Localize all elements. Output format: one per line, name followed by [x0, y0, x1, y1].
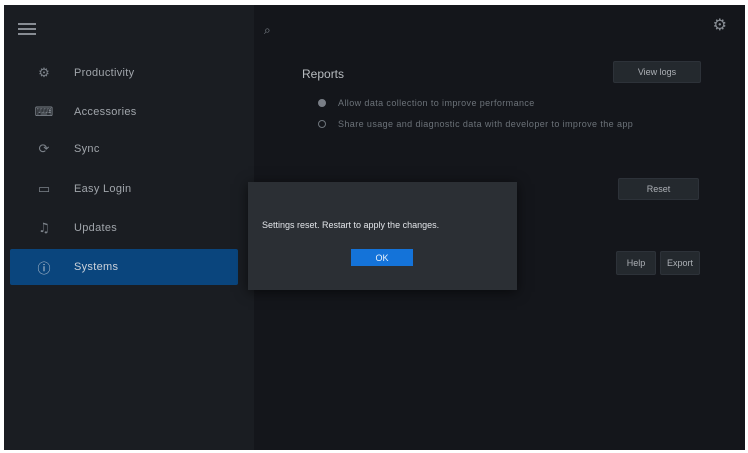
app-window: ⚙ Productivity ⌨ Accessories ⟳ Sync ▭ Ea… [4, 5, 745, 450]
ok-button[interactable]: OK [351, 249, 413, 266]
confirmation-dialog: Settings reset. Restart to apply the cha… [248, 182, 517, 290]
dialog-message: Settings reset. Restart to apply the cha… [262, 220, 440, 230]
